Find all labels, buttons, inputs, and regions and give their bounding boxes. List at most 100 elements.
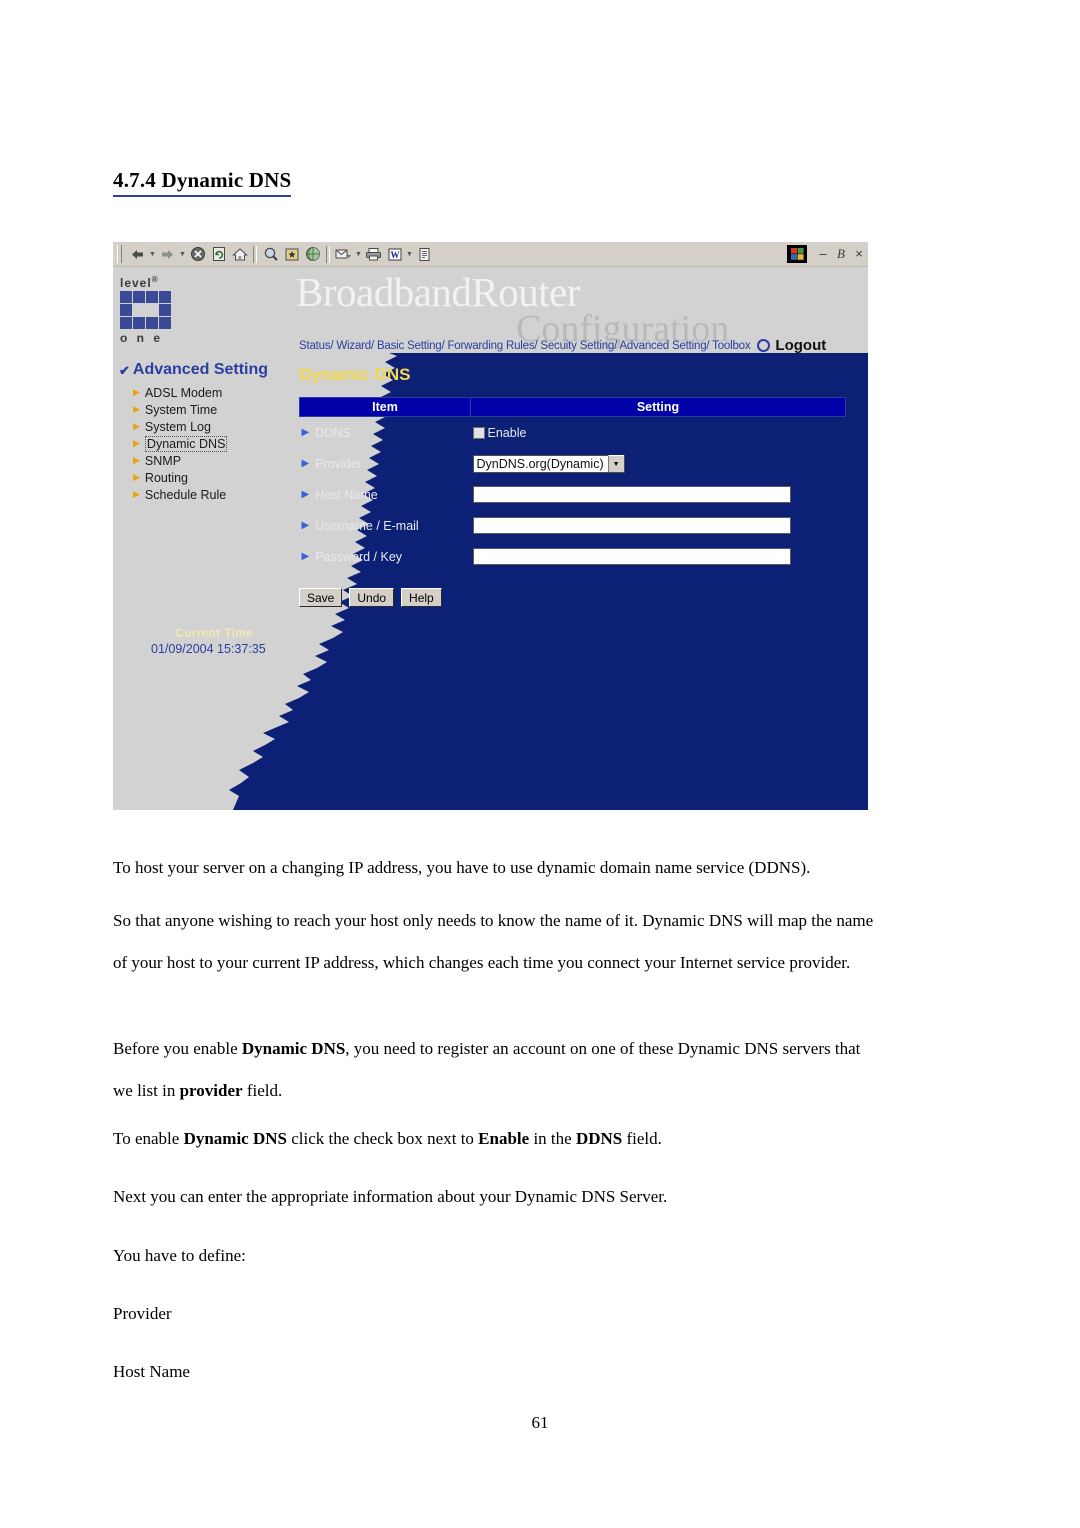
row-control-cell — [471, 541, 846, 572]
edit-word-icon[interactable]: W — [384, 244, 405, 264]
paragraph-2: So that anyone wishing to reach your hos… — [113, 911, 874, 972]
logo-text-top: level® — [120, 273, 182, 290]
close-button[interactable]: × — [850, 245, 868, 263]
history-icon[interactable] — [302, 244, 323, 264]
table-row-ddns: ▶ DDNS Enable — [300, 417, 846, 449]
back-icon[interactable] — [127, 244, 148, 264]
sidebar-section-label: Advanced Setting — [132, 361, 269, 378]
windows-logo-icon — [787, 245, 807, 263]
logout-radio-icon[interactable] — [757, 339, 771, 352]
undo-button[interactable]: Undo — [349, 588, 395, 607]
row-label-cell: ▶ DDNS — [300, 417, 471, 449]
table-row-password-key: ▶ Password / Key — [300, 541, 846, 572]
row-control-cell: DynDNS.org(Dynamic) ▼ — [471, 448, 846, 479]
back-dropdown-icon[interactable]: ▼ — [148, 244, 157, 264]
form-button-row: Save Undo Help — [299, 588, 859, 607]
username-email-input[interactable] — [472, 517, 791, 534]
triangle-icon: ▶ — [133, 455, 140, 465]
triangle-icon: ▶ — [133, 404, 140, 414]
current-time-block: Current Time 01/09/2004 15:37:35 — [151, 626, 266, 656]
browser-window: ▼ ▼ ▼ W ▼ – В × level® o n e Configurati… — [113, 242, 868, 810]
triangle-icon: ▶ — [301, 550, 310, 562]
provider-select[interactable]: DynDNS.org(Dynamic) ▼ — [472, 454, 625, 473]
table-row-host-name: ▶ Host Name — [300, 479, 846, 510]
row-label-cell: ▶ Host Name — [300, 479, 471, 510]
chevron-down-icon[interactable]: ▼ — [607, 455, 624, 472]
paragraph-4: To enable Dynamic DNS click the check bo… — [113, 1129, 662, 1148]
toolbar-grip[interactable] — [117, 245, 122, 263]
table-row-username-email: ▶ Username / E-mail — [300, 510, 846, 541]
forward-dropdown-icon[interactable]: ▼ — [178, 244, 187, 264]
window-controls: – В × — [783, 242, 868, 266]
provider-select-value: DynDNS.org(Dynamic) — [476, 456, 604, 471]
refresh-icon[interactable] — [208, 244, 229, 264]
mail-icon[interactable] — [333, 244, 354, 264]
brand-title: BroadbandRouter — [296, 269, 580, 315]
router-page-header: level® o n e Configuration BroadbandRout… — [113, 267, 868, 353]
page-number: 61 — [531, 1413, 549, 1432]
svg-text:W: W — [390, 250, 399, 260]
triangle-icon: ▶ — [133, 438, 140, 448]
toolbar-separator-2 — [326, 245, 330, 263]
sidebar-item-label: System Time — [144, 402, 218, 417]
help-button[interactable]: Help — [401, 588, 442, 607]
triangle-icon: ▶ — [133, 472, 140, 482]
paragraph-7: Provider — [113, 1304, 172, 1323]
main-nav: Status/ Wizard/ Basic Setting/ Forwardin… — [299, 337, 826, 353]
row-label: Password / Key — [315, 549, 403, 564]
ddns-enable-checkbox[interactable] — [472, 426, 485, 439]
triangle-icon: ▶ — [301, 426, 310, 438]
row-label: DDNS — [315, 425, 351, 440]
search-icon[interactable] — [260, 244, 281, 264]
row-label: Provider — [315, 456, 362, 471]
dynamic-dns-form: Dynamic DNS Item Setting ▶ DDNS Enable ▶… — [299, 365, 859, 607]
paragraph-6: You have to define: — [113, 1246, 246, 1265]
row-control-cell — [471, 510, 846, 541]
column-header-item: Item — [299, 397, 471, 417]
triangle-icon: ▶ — [301, 519, 310, 531]
browser-toolbar: ▼ ▼ ▼ W ▼ – В × — [113, 242, 868, 267]
ddns-enable-label: Enable — [487, 425, 527, 440]
toolbar-separator — [253, 245, 257, 263]
paragraph-5: Next you can enter the appropriate infor… — [113, 1187, 668, 1206]
home-icon[interactable] — [229, 244, 250, 264]
host-name-input[interactable] — [472, 486, 791, 503]
logout-button[interactable]: Logout — [775, 337, 826, 353]
minimize-button[interactable]: – — [814, 245, 832, 263]
edit-dropdown-icon[interactable]: ▼ — [405, 244, 414, 264]
table-header-row: Item Setting — [299, 397, 846, 417]
page-title: 4.7.4 Dynamic DNS — [113, 168, 292, 198]
triangle-icon: ▶ — [133, 489, 140, 499]
row-label: Host Name — [315, 487, 378, 502]
triangle-icon: ▶ — [133, 421, 140, 431]
nav-links[interactable]: Status/ Wizard/ Basic Setting/ Forwardin… — [299, 340, 751, 352]
stop-icon[interactable] — [187, 244, 208, 264]
favorites-icon[interactable] — [281, 244, 302, 264]
sidebar-item-label: Routing — [144, 470, 189, 485]
sidebar-item-label: SNMP — [144, 453, 182, 468]
triangle-icon: ▶ — [301, 457, 310, 469]
sidebar-item-label: System Log — [144, 419, 211, 434]
paragraph-3: Before you enable Dynamic DNS, you need … — [113, 1039, 861, 1100]
print-icon[interactable] — [363, 244, 384, 264]
table-row-provider: ▶ Provider DynDNS.org(Dynamic) ▼ — [300, 448, 846, 479]
password-key-input[interactable] — [472, 548, 791, 565]
current-time-label: Current Time — [175, 626, 254, 640]
triangle-icon: ▶ — [301, 488, 310, 500]
logo-registered-icon: ® — [151, 275, 159, 284]
sidebar-item-label: Schedule Rule — [144, 487, 227, 502]
save-button[interactable]: Save — [299, 588, 343, 607]
triangle-icon: ▶ — [133, 387, 140, 397]
logo-grid-icon — [120, 291, 176, 331]
discuss-icon[interactable] — [414, 244, 435, 264]
row-control-cell — [471, 479, 846, 510]
row-label-cell: ▶ Provider — [300, 448, 471, 479]
form-title: Dynamic DNS — [299, 365, 411, 384]
mail-dropdown-icon[interactable]: ▼ — [354, 244, 363, 264]
current-time-value: 01/09/2004 15:37:35 — [151, 642, 266, 656]
check-icon: ✔ — [119, 362, 130, 378]
forward-icon[interactable] — [157, 244, 178, 264]
sidebar-item-label: ADSL Modem — [144, 385, 223, 400]
paragraph-8: Host Name — [113, 1362, 190, 1381]
restore-button[interactable]: В — [832, 245, 850, 263]
